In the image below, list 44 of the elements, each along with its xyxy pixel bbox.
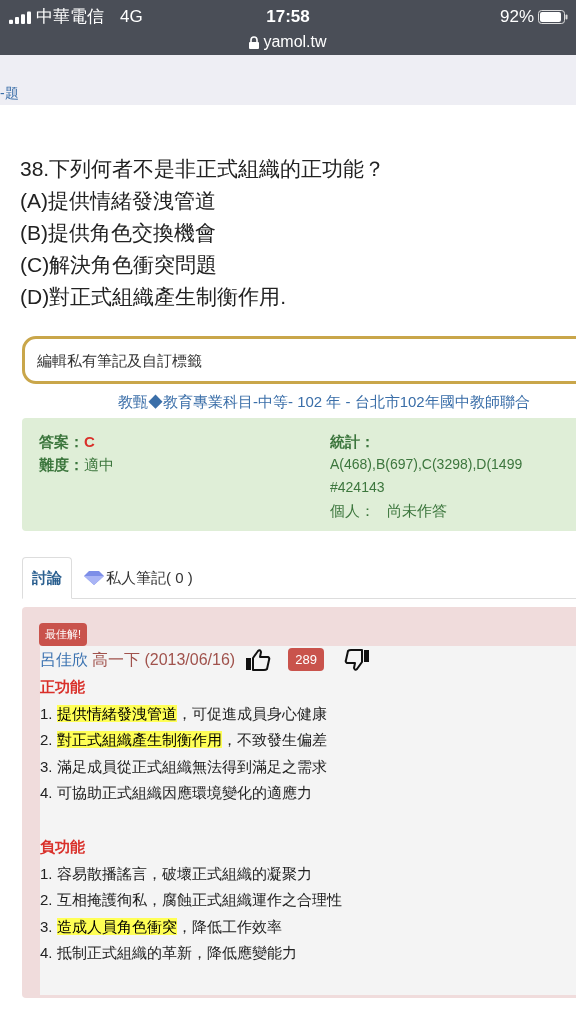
next-question-link[interactable]: -題 (0, 85, 19, 101)
difficulty-label: 難度： (39, 455, 84, 475)
thumbs-down-icon[interactable] (343, 647, 370, 672)
gem-icon (84, 571, 104, 585)
question-option: (A)提供情緒發洩管道 (20, 185, 556, 217)
lock-icon (249, 35, 260, 49)
list-item: 1. 容易散播謠言，破壞正式組織的凝聚力 (40, 863, 313, 884)
list-item: 3. 滿足成員從正式組織無法得到滿足之需求 (40, 756, 328, 777)
network-text: 4G (120, 6, 143, 29)
battery-text: 92% (499, 6, 534, 29)
signal-icon (8, 10, 32, 24)
post-date: 高一下 (2013/06/16) (92, 649, 236, 670)
battery-icon (538, 10, 568, 24)
list-item: 4. 可協助正式組織因應環境變化的適應力 (40, 783, 313, 803)
list-item: 4. 抵制正式組織的革新，降低應變能力 (40, 943, 298, 963)
url-text: yamol.tw (263, 32, 327, 52)
thumbs-up-icon[interactable] (245, 647, 272, 672)
personal-label: 個人： (330, 501, 375, 521)
notes-field[interactable]: 編輯私有筆記及自訂標籤 (22, 336, 576, 384)
answer-label: 答案： (39, 432, 84, 452)
best-answer-badge: 最佳解! (39, 623, 88, 646)
carrier-text: 中華電信 (36, 6, 104, 29)
author-link[interactable]: 呂佳欣 (40, 647, 88, 672)
stats-text: A(468),B(697),C(3298),D(1499 (330, 455, 523, 474)
question-id: #424143 (330, 478, 386, 497)
question-option: (B)提供角色交換機會 (20, 217, 556, 249)
like-count: 289 (288, 647, 324, 672)
section-heading: 負功能 (40, 836, 86, 857)
time-text: 17:58 (265, 6, 311, 29)
source-link[interactable]: 教甄◆教育專業科目-中等- 102 年 - 台北市102年國中教師聯合 (118, 393, 530, 410)
section-heading: 正功能 (40, 676, 86, 697)
list-item: 2. 對正式組織產生制衡作用，不致發生偏差 (40, 730, 328, 750)
answer-value: C (84, 432, 95, 452)
question-title: 38.下列何者不是非正式組織的正功能？ (20, 156, 387, 182)
personal-value: 尚未作答 (387, 501, 447, 521)
tab[interactable]: 討論 (22, 557, 72, 599)
question-option: (C)解決角色衝突問題 (20, 249, 556, 281)
list-item: 1. 提供情緒發洩管道，可促進成員身心健康 (40, 703, 328, 724)
list-item: 3. 造成人員角色衝突，降低工作效率 (40, 916, 283, 937)
list-item: 2. 互相掩護徇私，腐蝕正式組織運作之合理性 (40, 890, 343, 910)
difficulty-value: 適中 (84, 455, 114, 475)
tab[interactable]: 私人筆記( 0 ) (72, 557, 205, 599)
stats-label: 統計： (330, 432, 376, 452)
question-option: (D)對正式組織產生制衡作用. (20, 281, 556, 313)
